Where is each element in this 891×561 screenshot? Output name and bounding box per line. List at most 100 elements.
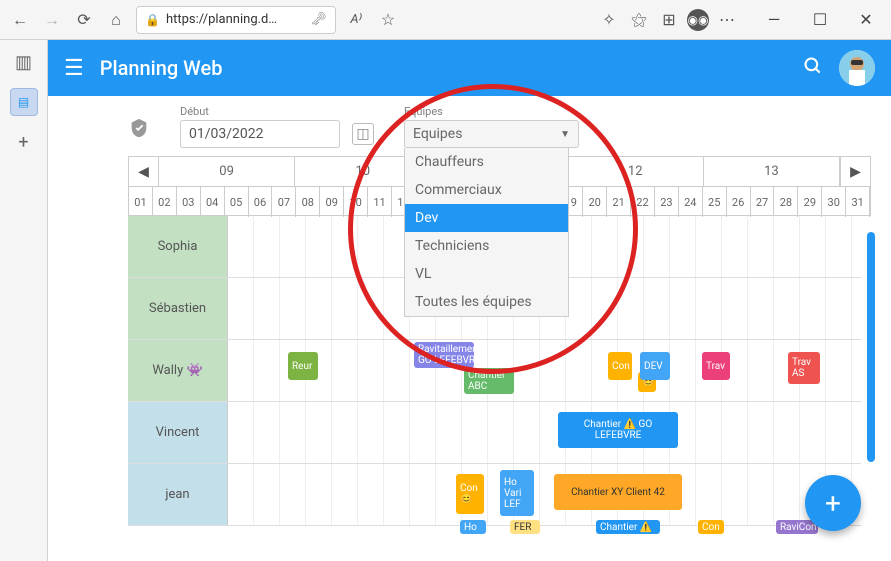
- hour-header: 21: [607, 187, 631, 217]
- hour-header: 28: [774, 187, 798, 217]
- forward-button[interactable]: →: [40, 8, 64, 32]
- vertical-scrollbar[interactable]: [867, 232, 875, 462]
- app-header: ☰ Planning Web: [48, 40, 891, 96]
- row-cells[interactable]: Reur Ravitaillement GO LEFEBVRChantier AB…: [228, 340, 861, 401]
- hour-header: 03: [177, 187, 201, 217]
- hour-header: 29: [798, 187, 822, 217]
- resource-label: jean: [128, 464, 228, 525]
- resource-row: jean Con 😊 Ho Vari LEF Chantier XY Client 4…: [128, 464, 861, 526]
- favorite-button[interactable]: ☆: [376, 8, 400, 32]
- hour-header: 27: [751, 187, 775, 217]
- resource-label: Wally 👾: [128, 340, 228, 401]
- chevron-down-icon: ▼: [560, 129, 570, 140]
- resource-label: Sébastien: [128, 278, 228, 339]
- teams-option[interactable]: Techniciens: [405, 232, 568, 260]
- teams-dropdown[interactable]: Equipes ▼: [404, 120, 579, 148]
- event[interactable]: Ho: [460, 520, 486, 534]
- resource-label: Vincent: [128, 402, 228, 463]
- collections-button[interactable]: ⊞: [657, 8, 681, 32]
- event[interactable]: Trav AS: [788, 352, 820, 384]
- refresh-button[interactable]: ⟳: [72, 8, 96, 32]
- shield-icon[interactable]: [128, 117, 150, 144]
- hour-header: 25: [703, 187, 727, 217]
- hour-header: 11: [368, 187, 392, 217]
- more-button[interactable]: ⋯: [715, 8, 739, 32]
- event[interactable]: Con 😊: [456, 474, 484, 514]
- event[interactable]: Chantier ABC: [464, 368, 514, 394]
- teams-dropdown-menu: ChauffeursCommerciauxDevTechniciensVLTou…: [404, 148, 569, 317]
- hour-header: 09: [320, 187, 344, 217]
- hour-header: 07: [272, 187, 296, 217]
- main-content: ☰ Planning Web Début 01/03/2022 ◫ Eq: [48, 40, 891, 561]
- home-button[interactable]: ⌂: [104, 8, 128, 32]
- app-title: Planning Web: [100, 56, 223, 80]
- event[interactable]: Con: [608, 352, 632, 380]
- event[interactable]: Chantier ⚠️: [596, 520, 660, 534]
- next-day-button[interactable]: ▶: [840, 157, 870, 186]
- row-cells[interactable]: Chantier ⚠️ GO LEFEBVREg: [228, 402, 861, 463]
- hour-header: 30: [822, 187, 846, 217]
- teams-option[interactable]: VL: [405, 260, 568, 288]
- day-header: 12: [568, 157, 704, 186]
- row-cells[interactable]: Con 😊Ho Vari LEFChantier XY Client 42HoF…: [228, 464, 861, 525]
- calendar-icon[interactable]: ◫: [352, 123, 374, 145]
- read-aloud-button[interactable]: A⁾: [344, 8, 368, 32]
- event[interactable]: Ravitaillement GO LEFEBVR: [414, 342, 474, 368]
- hour-header: 04: [201, 187, 225, 217]
- event[interactable]: Con: [698, 520, 724, 534]
- menu-button[interactable]: ☰: [64, 56, 84, 81]
- hour-header: 10: [344, 187, 368, 217]
- day-header: 09: [159, 157, 295, 186]
- event[interactable]: FER: [510, 520, 540, 534]
- add-button[interactable]: +: [805, 475, 861, 531]
- event[interactable]: Ho Vari LEF: [500, 470, 534, 516]
- teams-option[interactable]: Toutes les équipes: [405, 288, 568, 316]
- hour-header: 23: [655, 187, 679, 217]
- filter-bar: Début 01/03/2022 ◫ Equipes Equipes ▼ Cha…: [48, 96, 891, 156]
- hour-header: 06: [249, 187, 273, 217]
- event[interactable]: Chantier XY Client 42: [554, 474, 682, 510]
- profile-icon[interactable]: ◉◉: [687, 9, 709, 31]
- key-icon: 🗝: [310, 12, 327, 27]
- hour-header: 24: [679, 187, 703, 217]
- hour-header: 22: [631, 187, 655, 217]
- teams-label: Equipes: [404, 105, 579, 118]
- event[interactable]: Chantier ⚠️ GO LEFEBVRE: [558, 412, 678, 448]
- browser-toolbar: ← → ⟳ ⌂ 🔒 https://planning.d… 🗝 A⁾ ☆ ✧ ⚝…: [0, 0, 891, 40]
- hour-header: 02: [153, 187, 177, 217]
- event[interactable]: Trav: [702, 352, 730, 380]
- back-button[interactable]: ←: [8, 8, 32, 32]
- hour-header: 31: [846, 187, 870, 217]
- minimize-button[interactable]: —: [757, 6, 791, 34]
- avatar[interactable]: [839, 50, 875, 86]
- hour-header: 20: [583, 187, 607, 217]
- url-text: https://planning.d…: [166, 12, 277, 27]
- tab-planning[interactable]: ▤: [10, 88, 38, 116]
- resource-row: VincentChantier ⚠️ GO LEFEBVREg: [128, 402, 861, 464]
- hour-header: 01: [129, 187, 153, 217]
- teams-option[interactable]: Commerciaux: [405, 176, 568, 204]
- lock-icon: 🔒: [145, 13, 160, 27]
- address-bar[interactable]: 🔒 https://planning.d… 🗝: [136, 6, 336, 34]
- teams-option[interactable]: Chauffeurs: [405, 148, 568, 176]
- maximize-button[interactable]: ☐: [803, 6, 837, 34]
- hour-header: 26: [727, 187, 751, 217]
- event[interactable]: Reur: [288, 352, 318, 380]
- resource-row: Wally 👾 Reur Ravitaillement GO LEFEBVRChan…: [128, 340, 861, 402]
- new-tab-button[interactable]: +: [10, 128, 38, 156]
- teams-option[interactable]: Dev: [405, 204, 568, 232]
- resource-label: Sophia: [128, 216, 228, 277]
- close-button[interactable]: ✕: [849, 6, 883, 34]
- prev-day-button[interactable]: ◀: [129, 157, 159, 186]
- hour-header: 08: [296, 187, 320, 217]
- event[interactable]: DEV: [640, 352, 670, 380]
- favorites-button[interactable]: ⚝: [627, 8, 651, 32]
- day-header: 13: [704, 157, 840, 186]
- extensions-button[interactable]: ✧: [597, 8, 621, 32]
- vertical-tabs: ▥ ▤ +: [0, 40, 48, 561]
- date-label: Début: [180, 105, 374, 118]
- date-input[interactable]: 01/03/2022: [180, 120, 340, 148]
- tabs-button[interactable]: ▥: [10, 48, 38, 76]
- search-icon[interactable]: [803, 56, 823, 81]
- hour-header: 05: [225, 187, 249, 217]
